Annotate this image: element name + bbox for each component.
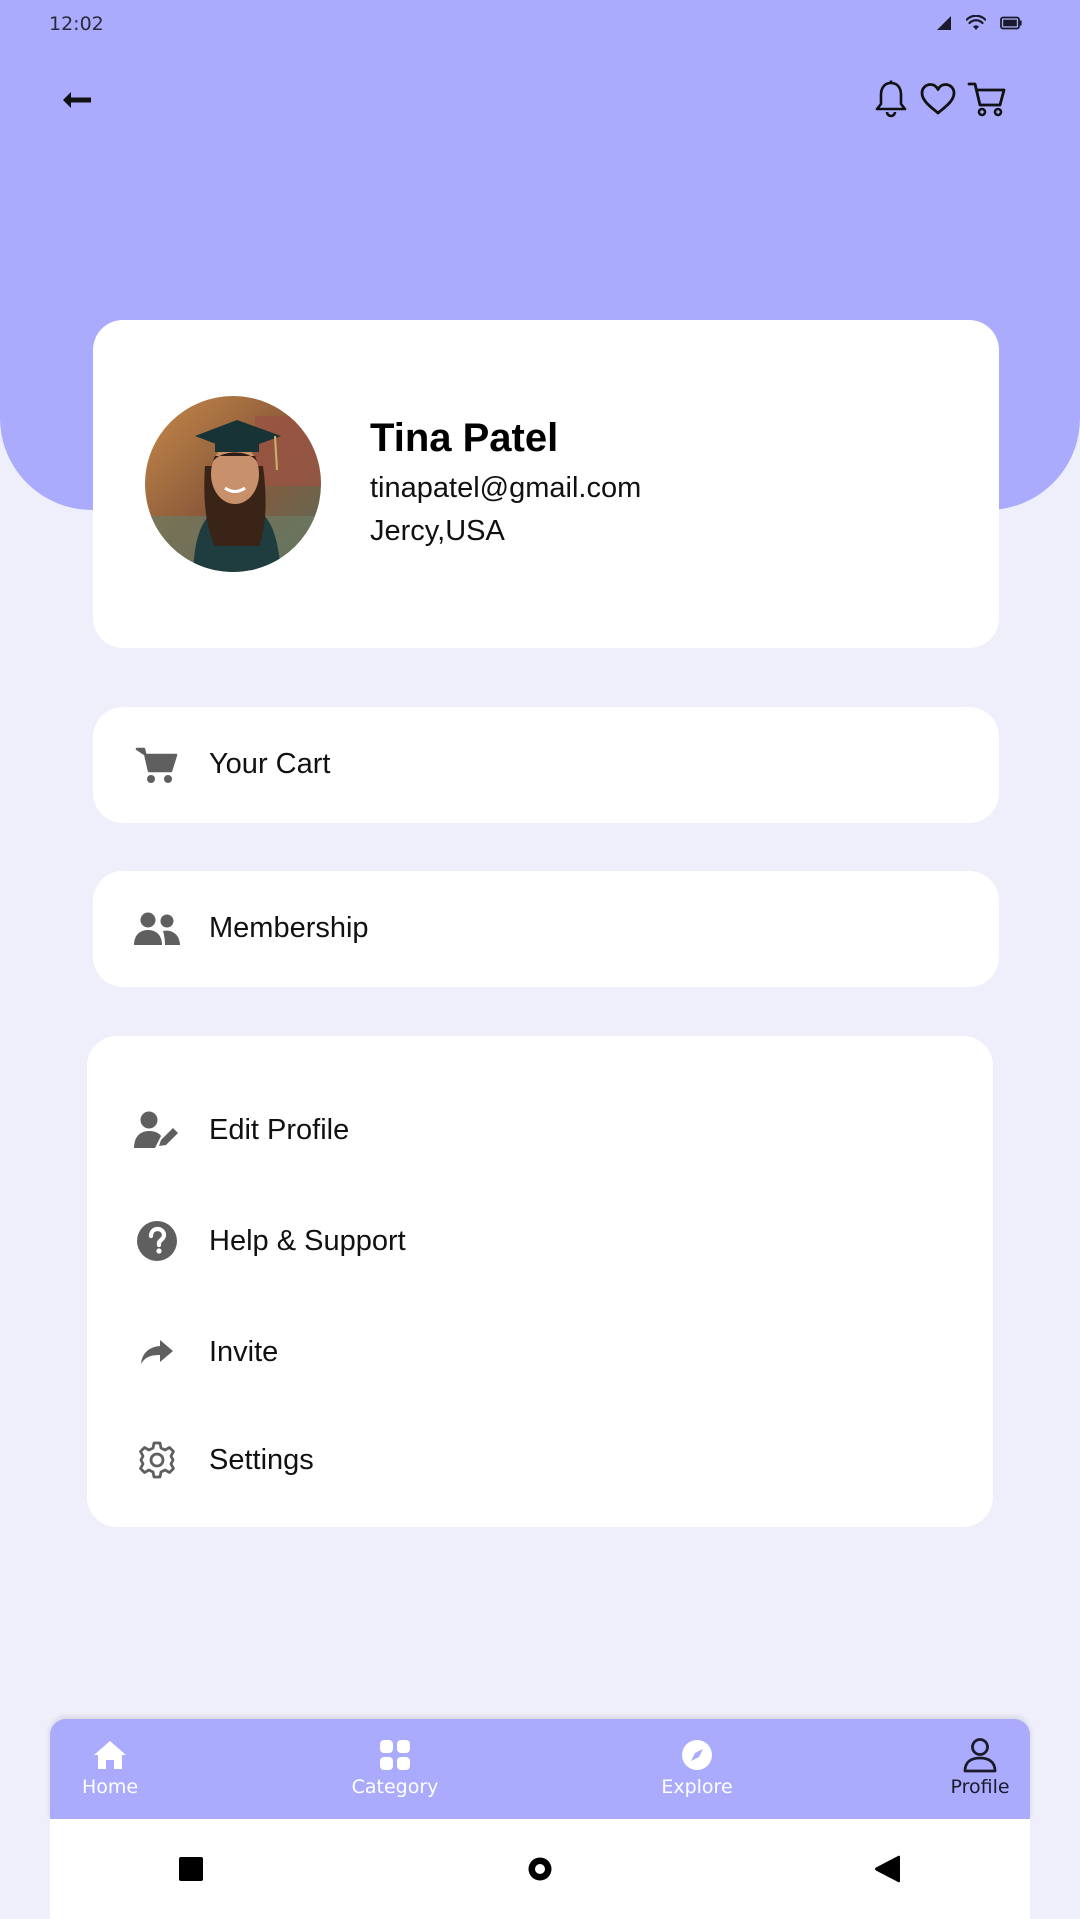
cart-button[interactable]: [962, 75, 1012, 123]
wishlist-button[interactable]: [915, 75, 961, 123]
profile-location: Jercy,USA: [370, 515, 505, 547]
bell-icon: [875, 80, 907, 118]
user-edit-icon: [133, 1106, 181, 1154]
signal-icon: [937, 16, 951, 30]
gear-icon: [133, 1436, 181, 1484]
status-icons: [936, 15, 1022, 31]
top-bar: [0, 60, 1080, 140]
home-system-button[interactable]: [527, 1856, 553, 1882]
help-support-label: Help & Support: [209, 1225, 406, 1257]
nav-profile[interactable]: Profile: [930, 1719, 1030, 1819]
recents-button[interactable]: [178, 1856, 204, 1882]
square-icon: [179, 1857, 203, 1881]
your-cart-row[interactable]: Your Cart: [93, 707, 999, 823]
status-bar: 12:02: [0, 0, 1080, 50]
avatar: [145, 396, 321, 572]
profile-email: tinapatel@gmail.com: [370, 472, 642, 504]
triangle-back-icon: [875, 1855, 900, 1883]
menu-item-edit-profile[interactable]: Edit Profile: [87, 1086, 993, 1176]
profile-screen: 12:02 Tina Patel tinapatel@gmail.com Jer…: [0, 0, 1080, 1919]
battery-icon: [1000, 16, 1022, 30]
home-icon: [92, 1737, 128, 1773]
arrow-left-icon: [63, 92, 91, 108]
cart-icon: [133, 741, 181, 789]
profile-card: Tina Patel tinapatel@gmail.com Jercy,USA: [93, 320, 999, 648]
membership-label: Membership: [209, 912, 369, 944]
wifi-icon: [966, 15, 986, 30]
edit-profile-label: Edit Profile: [209, 1114, 350, 1146]
help-circle-icon: [133, 1217, 181, 1265]
grid-icon: [377, 1737, 413, 1773]
share-arrow-icon: [133, 1328, 181, 1376]
menu-item-help-support[interactable]: Help & Support: [87, 1197, 993, 1287]
person-icon: [962, 1737, 998, 1773]
users-icon: [133, 905, 181, 953]
menu-item-invite[interactable]: Invite: [87, 1308, 993, 1398]
nav-home[interactable]: Home: [60, 1719, 160, 1819]
system-nav-bar: [50, 1819, 1030, 1919]
nav-explore-label: Explore: [661, 1776, 733, 1798]
nav-category[interactable]: Category: [335, 1719, 455, 1819]
nav-profile-label: Profile: [950, 1776, 1010, 1798]
status-time: 12:02: [49, 13, 104, 35]
invite-label: Invite: [209, 1336, 279, 1368]
compass-icon: [679, 1737, 715, 1773]
nav-category-label: Category: [351, 1776, 439, 1798]
membership-row[interactable]: Membership: [93, 871, 999, 987]
cart-icon: [967, 82, 1006, 117]
menu-item-settings[interactable]: Settings: [87, 1416, 993, 1506]
home-circle-icon: [528, 1857, 552, 1881]
back-system-button[interactable]: [873, 1855, 903, 1883]
avatar-photo: [145, 396, 321, 572]
nav-home-label: Home: [81, 1776, 139, 1798]
heart-icon: [920, 83, 956, 115]
back-button[interactable]: [52, 78, 102, 122]
your-cart-label: Your Cart: [209, 748, 331, 780]
menu-card: Edit Profile Help & Support Invite Setti…: [87, 1036, 993, 1527]
settings-label: Settings: [209, 1444, 314, 1476]
bottom-nav: Home Category Explore Profile: [50, 1719, 1030, 1819]
profile-name: Tina Patel: [370, 416, 559, 460]
nav-explore[interactable]: Explore: [647, 1719, 747, 1819]
notifications-button[interactable]: [868, 75, 914, 123]
